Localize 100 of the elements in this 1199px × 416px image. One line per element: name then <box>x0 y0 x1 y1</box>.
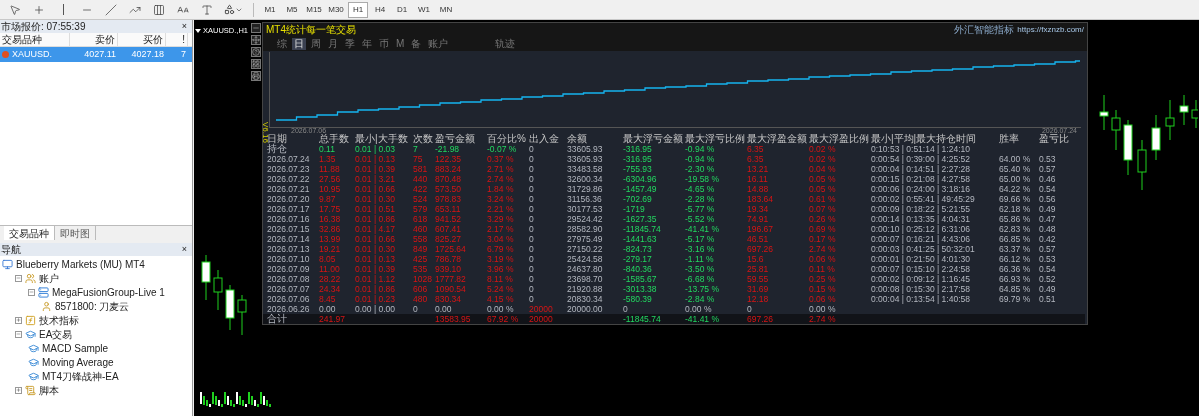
period-tab[interactable]: 月 <box>326 37 340 50</box>
period-tab[interactable]: 周 <box>309 37 323 50</box>
collapse-toggle[interactable] <box>15 274 22 282</box>
timeframe-button[interactable]: M15 <box>304 1 324 18</box>
timeframe-button[interactable]: M5 <box>282 1 302 18</box>
table-cell-text: 0.01 | 0.39 <box>355 264 397 274</box>
table-cell-text: 2026.07.24 <box>267 154 311 164</box>
table-cell-text: -3.50 % <box>685 264 716 274</box>
column-header[interactable]: 交易品种 <box>0 33 70 46</box>
table-cell-text: 66.93 % <box>999 274 1032 284</box>
period-tab[interactable]: 综 <box>275 37 289 50</box>
table-cell-text: 2026.07.21 <box>267 184 311 194</box>
tree-item[interactable]: EA交易 <box>39 326 73 342</box>
table-cell-text: 0.53 <box>1039 154 1057 164</box>
tree-item[interactable]: MT4刀锋战神-EA <box>42 368 119 384</box>
close-button[interactable]: × <box>177 22 191 31</box>
timeframe-button[interactable]: MN <box>436 1 456 18</box>
table-cell-text: 0:00:02 | 0:09:12 | 1:16:45 <box>871 274 971 284</box>
expand-toggle[interactable] <box>15 316 22 324</box>
period-tab[interactable]: 备 <box>409 37 424 50</box>
tree-item[interactable]: 8571800: 刀麦云 <box>55 298 130 314</box>
table-cell-text: 2026.07.06 <box>267 294 311 304</box>
tree-item[interactable]: 账户 <box>39 270 59 286</box>
tree-item[interactable]: MegaFusionGroup-Live 1 <box>52 284 165 300</box>
brand-label: 外汇智能指标 <box>954 23 1015 37</box>
table-cell-text: 0 <box>529 294 535 304</box>
period-tab[interactable]: 季 <box>343 37 357 50</box>
table-cell-text: 2.21 % <box>487 204 515 214</box>
candle <box>1099 94 1109 131</box>
expand-toggle[interactable] <box>15 386 22 394</box>
table-cell-text: 2026.07.14 <box>267 234 311 244</box>
period-tab[interactable]: 币 <box>377 37 391 50</box>
panel-title: 导航 <box>1 243 21 257</box>
table-cell-text: 0.00 <box>435 304 453 314</box>
table-cell-text: 23698.70 <box>567 274 604 284</box>
table-cell-text: 0 <box>413 304 419 314</box>
period-tab[interactable]: 账户 <box>426 37 451 50</box>
table-cell-text: 183.64 <box>747 194 774 204</box>
tree-item[interactable]: 技术指标 <box>39 312 79 328</box>
table-cell-text: 0.42 <box>1039 234 1057 244</box>
panel-tab[interactable]: 交易品种 <box>4 226 55 240</box>
table-cell-text: 0 <box>529 244 535 254</box>
table-cell-text: 2.74 % <box>487 174 515 184</box>
table-cell-text: 0.69 % <box>809 224 837 234</box>
table-cell-text: 2026.07.20 <box>267 194 311 204</box>
table-cell-text: 3.29 % <box>487 214 515 224</box>
help-button[interactable] <box>251 47 261 57</box>
table-cell-text: 30177.53 <box>567 204 604 214</box>
column-header: 胜率 <box>999 133 1020 144</box>
table-cell-text: 0.57 <box>1039 164 1057 174</box>
table-cell-text: 0:00:04 | 0:14:51 | 2:27:28 <box>871 164 971 174</box>
collapse-toggle[interactable] <box>28 288 35 296</box>
tree-item[interactable]: 脚本 <box>39 382 59 398</box>
table-cell-text: 0.07 % <box>809 204 837 214</box>
timeframe-button[interactable]: M1 <box>260 1 280 18</box>
table-cell-text: 10.95 <box>319 184 342 194</box>
period-tab[interactable]: 日 <box>292 37 306 50</box>
timeframe-button[interactable]: H4 <box>370 1 390 18</box>
move-handle-icon[interactable] <box>251 35 261 45</box>
help-icon <box>252 48 260 56</box>
website-link[interactable]: https://fxznzb.com/ <box>1017 23 1084 36</box>
print-icon <box>252 72 260 80</box>
collapse-toggle[interactable] <box>15 330 22 338</box>
table-cell-text: 2026.07.15 <box>267 224 311 234</box>
column-header[interactable]: ! <box>166 33 188 46</box>
table-cell-text: 0.11 <box>319 144 336 154</box>
table-cell-text: 697.26 <box>747 244 774 254</box>
table-cell-text: 0.11 % <box>809 264 836 274</box>
timeframe-button[interactable]: W1 <box>414 1 434 18</box>
table-cell-text: -1.11 % <box>685 254 715 264</box>
print-button[interactable] <box>251 71 261 81</box>
layout-icon <box>252 60 260 68</box>
caret-icon[interactable] <box>195 28 201 33</box>
column-header[interactable]: 卖价 <box>70 33 118 46</box>
period-tab[interactable]: 年 <box>360 37 374 50</box>
tree-item[interactable]: Blueberry Markets (MU) MT4 <box>16 256 145 272</box>
table-cell-text: 20000 <box>529 314 554 324</box>
tree-item[interactable]: MACD Sample <box>42 340 109 356</box>
column-header: 次数 <box>413 133 434 144</box>
table-cell-text: 870.48 <box>435 174 462 184</box>
minimize-button[interactable] <box>251 23 261 33</box>
table-cell-text: 0.04 % <box>809 164 837 174</box>
table-cell-text: 0:00:02 | 0:55:41 | 49:45:29 <box>871 194 976 204</box>
column-header: 总手数 <box>319 133 350 144</box>
table-cell-text: -580.39 <box>623 294 653 304</box>
tree-item[interactable]: Moving Average <box>42 354 114 370</box>
layout-button[interactable] <box>251 59 261 69</box>
period-tab[interactable]: 轨迹 <box>493 37 518 50</box>
table-cell-text: 2026.07.08 <box>267 274 311 284</box>
table-cell-text: 8.05 <box>319 254 337 264</box>
timeframe-button[interactable]: D1 <box>392 1 412 18</box>
table-cell-text: 196.67 <box>747 224 774 234</box>
timeframe-button[interactable]: M30 <box>326 1 346 18</box>
table-cell-text: 5.24 % <box>487 284 515 294</box>
close-button[interactable]: × <box>177 245 191 254</box>
timeframe-button[interactable]: H1 <box>348 1 368 18</box>
period-tab[interactable]: M <box>394 37 407 50</box>
table-cell-text: 33483.58 <box>567 164 604 174</box>
column-header[interactable]: 买价 <box>118 33 166 46</box>
table-cell-text: -11845.74 <box>623 224 662 234</box>
